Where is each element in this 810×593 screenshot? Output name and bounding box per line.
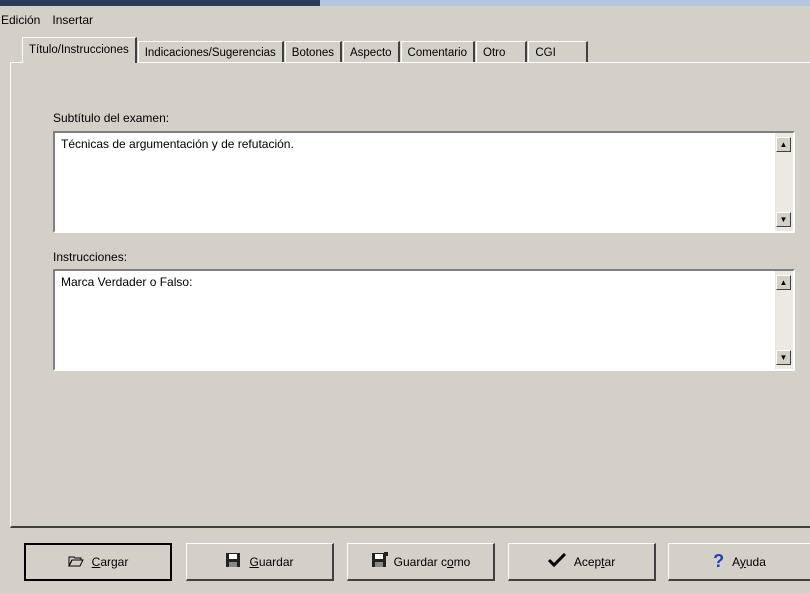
tab-aspecto[interactable]: Aspecto — [342, 41, 400, 63]
title-strip-light — [320, 0, 810, 6]
folder-open-icon — [67, 554, 84, 570]
scroll-up-icon[interactable]: ▲ — [776, 275, 791, 290]
tab-cgi[interactable]: CGI — [528, 41, 588, 63]
menu-bar: Edición Insertar — [0, 10, 99, 30]
subtitle-label: Subtítulo del examen: — [53, 111, 170, 125]
tab-botones[interactable]: Botones — [284, 41, 342, 63]
tab-bar: Título/Instrucciones Indicaciones/Sugere… — [22, 37, 589, 63]
aceptar-label: Aceptar — [573, 554, 616, 569]
title-strip-dark — [0, 0, 320, 6]
instructions-scrollbar[interactable]: ▲ ▼ — [775, 271, 793, 369]
aceptar-button[interactable]: Aceptar — [508, 543, 656, 581]
cargar-label: Cargar — [91, 555, 129, 569]
tab-comentario[interactable]: Comentario — [400, 41, 475, 63]
floppy-disk-icon — [225, 552, 241, 571]
scroll-down-icon[interactable]: ▼ — [776, 350, 791, 365]
subtitle-text: Técnicas de argumentación y de refutació… — [61, 137, 294, 151]
cargar-button[interactable]: Cargar — [24, 543, 172, 581]
menu-edicion[interactable]: Edición — [0, 13, 46, 27]
scroll-down-icon[interactable]: ▼ — [776, 212, 791, 227]
guardar-como-button[interactable]: Guardar como — [347, 543, 495, 581]
tab-titulo-instrucciones[interactable]: Título/Instrucciones — [22, 37, 137, 63]
menu-insertar[interactable]: Insertar — [46, 13, 99, 27]
instructions-text: Marca Verdader o Falso: — [61, 275, 193, 289]
ayuda-button[interactable]: ? Ayuda — [668, 543, 810, 581]
guardar-como-label: Guardar como — [393, 554, 471, 569]
tab-panel: Subtítulo del examen: Técnicas de argume… — [10, 62, 810, 528]
window-title-strip — [0, 0, 810, 8]
scroll-up-icon[interactable]: ▲ — [776, 137, 791, 152]
instructions-label: Instrucciones: — [53, 250, 128, 264]
tab-indicaciones-sugerencias[interactable]: Indicaciones/Sugerencias — [137, 41, 284, 63]
guardar-label: Guardar — [249, 554, 294, 569]
question-mark-icon: ? — [713, 551, 725, 571]
button-row: Cargar Guardar Guardar como Aceptar ? Ay… — [0, 538, 810, 588]
ayuda-label: Ayuda — [732, 554, 766, 569]
guardar-button[interactable]: Guardar — [186, 543, 334, 581]
floppy-disks-icon — [371, 552, 389, 571]
instructions-textarea[interactable]: Marca Verdader o Falso: ▲ ▼ — [53, 269, 795, 371]
subtitle-scrollbar[interactable]: ▲ ▼ — [775, 133, 793, 231]
checkmark-icon — [547, 552, 566, 570]
subtitle-textarea[interactable]: Técnicas de argumentación y de refutació… — [53, 131, 795, 233]
tab-otro[interactable]: Otro — [476, 41, 528, 63]
